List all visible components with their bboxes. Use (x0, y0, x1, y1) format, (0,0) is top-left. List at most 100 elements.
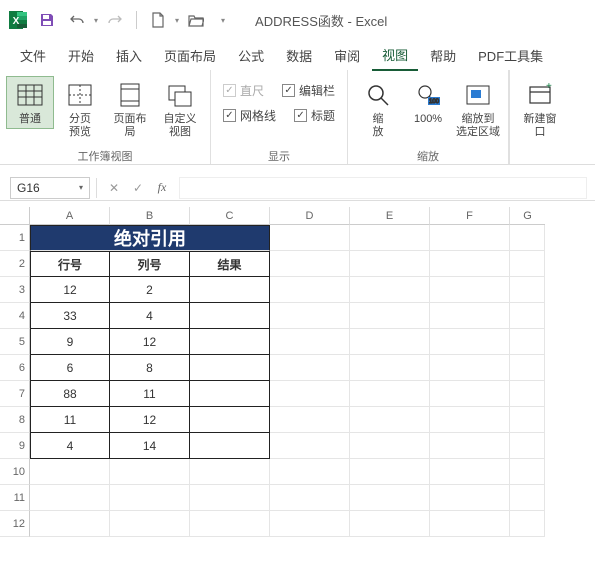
cell[interactable] (270, 277, 350, 303)
cell[interactable]: 88 (30, 381, 110, 407)
cell[interactable] (350, 225, 430, 251)
cell[interactable] (190, 329, 270, 355)
normal-view-button[interactable]: 普通 (6, 76, 54, 129)
name-box[interactable]: G16 ▾ (10, 177, 90, 199)
undo-button[interactable] (64, 7, 90, 33)
cell[interactable] (510, 303, 545, 329)
redo-button[interactable] (102, 7, 128, 33)
col-header[interactable]: A (30, 207, 110, 225)
cell[interactable]: 12 (110, 329, 190, 355)
cell[interactable] (510, 225, 545, 251)
cancel-formula-button[interactable]: ✕ (103, 177, 125, 199)
row-header[interactable]: 7 (0, 381, 30, 407)
col-header[interactable]: B (110, 207, 190, 225)
row-header[interactable]: 3 (0, 277, 30, 303)
cell[interactable] (270, 433, 350, 459)
new-file-button[interactable] (145, 7, 171, 33)
col-header[interactable]: G (510, 207, 545, 225)
cell[interactable]: 列号 (110, 251, 190, 277)
tab-insert[interactable]: 插入 (106, 41, 152, 70)
cell[interactable] (270, 381, 350, 407)
cell[interactable]: 12 (30, 277, 110, 303)
tab-data[interactable]: 数据 (276, 41, 322, 70)
cell[interactable] (350, 329, 430, 355)
cell[interactable] (350, 459, 430, 485)
pagelayout-view-button[interactable]: 页面布局 (106, 76, 154, 141)
tab-page-layout[interactable]: 页面布局 (154, 41, 226, 70)
cell[interactable]: 行号 (30, 251, 110, 277)
zoom-button[interactable]: 缩 放 (354, 76, 402, 141)
cell[interactable] (270, 303, 350, 329)
row-header[interactable]: 2 (0, 251, 30, 277)
cell[interactable] (510, 459, 545, 485)
row-header[interactable]: 9 (0, 433, 30, 459)
zoom-selection-button[interactable]: 缩放到 选定区域 (454, 76, 502, 141)
cell[interactable] (190, 433, 270, 459)
cell[interactable] (190, 459, 270, 485)
cell[interactable] (510, 407, 545, 433)
tab-formulas[interactable]: 公式 (228, 41, 274, 70)
tab-help[interactable]: 帮助 (420, 41, 466, 70)
tab-file[interactable]: 文件 (10, 41, 56, 70)
new-window-button[interactable]: + 新建窗口 (516, 76, 564, 141)
tab-view[interactable]: 视图 (372, 40, 418, 71)
name-box-dropdown-icon[interactable]: ▾ (79, 183, 83, 192)
cell[interactable] (30, 485, 110, 511)
cell[interactable]: 9 (30, 329, 110, 355)
cell[interactable] (430, 511, 510, 537)
cell[interactable] (350, 251, 430, 277)
row-header[interactable]: 1 (0, 225, 30, 251)
cell[interactable] (430, 433, 510, 459)
cell[interactable] (510, 251, 545, 277)
cell[interactable] (350, 277, 430, 303)
cell[interactable] (510, 433, 545, 459)
row-header[interactable]: 11 (0, 485, 30, 511)
cell[interactable] (110, 511, 190, 537)
gridlines-checkbox[interactable]: ✓网格线 (223, 107, 276, 124)
cell[interactable] (430, 459, 510, 485)
cell[interactable]: 6 (30, 355, 110, 381)
fx-button[interactable]: fx (151, 177, 173, 199)
cell[interactable] (430, 355, 510, 381)
cell[interactable] (110, 485, 190, 511)
tab-pdf-tools[interactable]: PDF工具集 (468, 41, 553, 70)
col-header[interactable]: E (350, 207, 430, 225)
cell[interactable] (190, 277, 270, 303)
worksheet[interactable]: A B C D E F G 1绝对引用2行号列号结果31224334591266… (0, 207, 595, 537)
cell[interactable] (510, 277, 545, 303)
cell[interactable] (190, 511, 270, 537)
tab-review[interactable]: 审阅 (324, 41, 370, 70)
cell[interactable] (350, 433, 430, 459)
cell[interactable] (430, 303, 510, 329)
save-button[interactable] (34, 7, 60, 33)
cell[interactable]: 11 (30, 407, 110, 433)
tab-home[interactable]: 开始 (58, 41, 104, 70)
cell[interactable] (510, 511, 545, 537)
formulabar-checkbox[interactable]: ✓编辑栏 (282, 82, 335, 99)
cell[interactable]: 结果 (190, 251, 270, 277)
formula-input[interactable] (179, 177, 587, 199)
cell[interactable] (190, 303, 270, 329)
cell[interactable] (270, 511, 350, 537)
cell[interactable] (430, 225, 510, 251)
cell[interactable] (190, 381, 270, 407)
cell[interactable] (430, 407, 510, 433)
row-header[interactable]: 4 (0, 303, 30, 329)
cell[interactable] (510, 355, 545, 381)
cell[interactable] (510, 329, 545, 355)
row-header[interactable]: 5 (0, 329, 30, 355)
pagebreak-view-button[interactable]: 分页 预览 (56, 76, 104, 141)
cell[interactable]: 绝对引用 (30, 225, 270, 251)
cell[interactable] (270, 459, 350, 485)
cell[interactable] (350, 511, 430, 537)
cell[interactable] (190, 485, 270, 511)
cell[interactable] (510, 381, 545, 407)
cell[interactable] (350, 303, 430, 329)
cell[interactable] (270, 225, 350, 251)
cell[interactable]: 11 (110, 381, 190, 407)
cell[interactable] (430, 277, 510, 303)
headings-checkbox[interactable]: ✓标题 (294, 107, 335, 124)
cell[interactable] (350, 407, 430, 433)
cell[interactable]: 4 (30, 433, 110, 459)
cell[interactable]: 12 (110, 407, 190, 433)
